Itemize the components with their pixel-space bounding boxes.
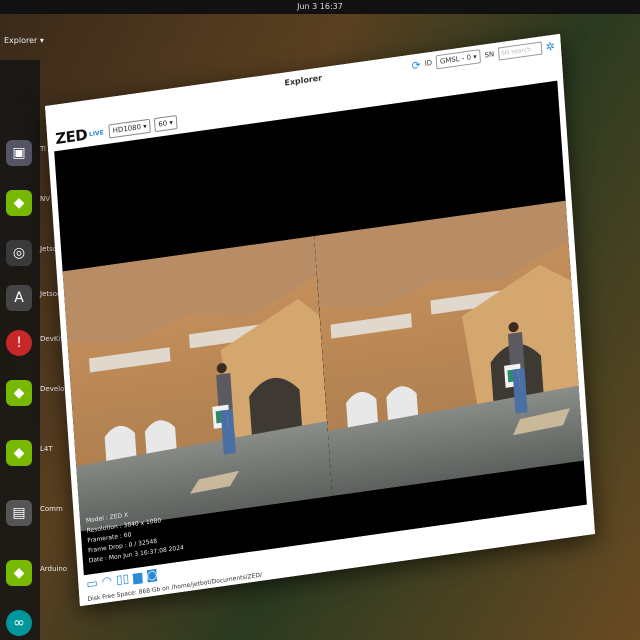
zed-logo: ZED	[54, 125, 88, 149]
video-viewer[interactable]: Model : ZED X Resolution : 3840 x 1080 F…	[54, 80, 587, 576]
sn-label: SN	[484, 50, 495, 60]
folder-icon[interactable]: ▭	[86, 575, 98, 591]
video-record-icon[interactable]: ▆	[133, 569, 143, 584]
refresh-icon[interactable]: ⟳	[411, 58, 421, 72]
fps-select[interactable]: 60 ▾	[153, 114, 178, 133]
explorer-window: Explorer ⟳ ID GMSL - 0 ▾ SN SN search ✲ …	[45, 33, 595, 607]
settings-icon[interactable]: ✲	[545, 39, 555, 53]
wifi-icon[interactable]: ◠	[101, 573, 112, 588]
stereo-view-icon[interactable]: ▯▯	[116, 571, 130, 587]
camera-snapshot-icon[interactable]: ◙	[146, 567, 159, 583]
right-camera-image	[314, 200, 584, 496]
left-camera-image	[62, 236, 333, 532]
resolution-select[interactable]: HD1080 ▾	[108, 118, 152, 139]
id-label: ID	[424, 58, 433, 68]
live-badge: LIVE	[88, 129, 104, 139]
